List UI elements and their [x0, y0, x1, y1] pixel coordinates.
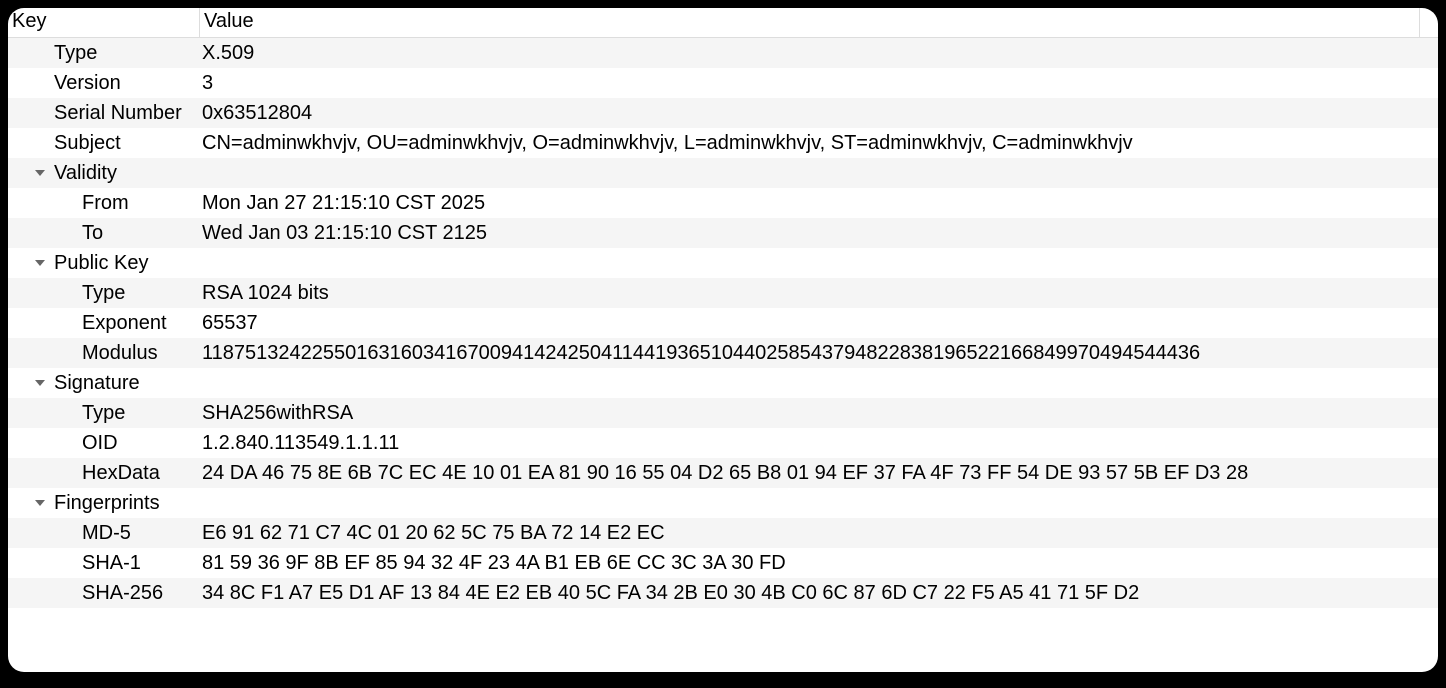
- key-label: Serial Number: [54, 102, 182, 125]
- key-label: Subject: [54, 132, 121, 155]
- table-row[interactable]: OID 1.2.840.113549.1.1.11: [8, 428, 1438, 458]
- table-header: Key Value: [8, 8, 1438, 38]
- value-cell: Mon Jan 27 21:15:10 CST 2025: [200, 192, 1438, 215]
- key-cell: Type: [8, 402, 200, 425]
- key-label: Version: [54, 72, 121, 95]
- key-label: Signature: [54, 372, 140, 395]
- key-label: Exponent: [82, 312, 167, 335]
- key-label: Type: [54, 42, 97, 65]
- key-label: Modulus: [82, 342, 158, 365]
- key-label: SHA-1: [82, 552, 141, 575]
- column-header-key[interactable]: Key: [8, 8, 200, 37]
- column-header-value[interactable]: Value: [200, 8, 1420, 37]
- value-cell: 65537: [200, 312, 1438, 335]
- key-label: Type: [82, 402, 125, 425]
- value-cell: E6 91 62 71 C7 4C 01 20 62 5C 75 BA 72 1…: [200, 522, 1438, 545]
- key-label: Validity: [54, 162, 117, 185]
- table-row[interactable]: Type RSA 1024 bits: [8, 278, 1438, 308]
- certificate-viewer-window: Key Value Type X.509 Version 3 Serial Number…: [8, 8, 1438, 672]
- chevron-down-icon[interactable]: [32, 375, 48, 391]
- chevron-down-icon[interactable]: [32, 495, 48, 511]
- key-cell: Fingerprints: [8, 492, 200, 515]
- table-row[interactable]: Modulus 118751324225501631603416700941424…: [8, 338, 1438, 368]
- table-row[interactable]: Validity: [8, 158, 1438, 188]
- key-cell: MD-5: [8, 522, 200, 545]
- chevron-down-icon[interactable]: [32, 165, 48, 181]
- table-row[interactable]: HexData 24 DA 46 75 8E 6B 7C EC 4E 10 01 …: [8, 458, 1438, 488]
- key-cell: Signature: [8, 372, 200, 395]
- key-cell: Type: [8, 42, 200, 65]
- value-cell: 0x63512804: [200, 102, 1438, 125]
- key-label: HexData: [82, 462, 160, 485]
- chevron-down-icon[interactable]: [32, 255, 48, 271]
- key-label: To: [82, 222, 103, 245]
- table-row[interactable]: [8, 608, 1438, 638]
- key-cell: Public Key: [8, 252, 200, 275]
- table-row[interactable]: Type X.509: [8, 38, 1438, 68]
- key-label: Fingerprints: [54, 492, 160, 515]
- key-label: OID: [82, 432, 118, 455]
- key-cell: Validity: [8, 162, 200, 185]
- table-row[interactable]: SHA-1 81 59 36 9F 8B EF 85 94 32 4F 23 4A…: [8, 548, 1438, 578]
- table-row[interactable]: Fingerprints: [8, 488, 1438, 518]
- key-label: SHA-256: [82, 582, 163, 605]
- table-body: Type X.509 Version 3 Serial Number 0x63512804…: [8, 38, 1438, 638]
- table-row[interactable]: To Wed Jan 03 21:15:10 CST 2125: [8, 218, 1438, 248]
- value-cell: Wed Jan 03 21:15:10 CST 2125: [200, 222, 1438, 245]
- value-cell: RSA 1024 bits: [200, 282, 1438, 305]
- key-cell: Serial Number: [8, 102, 200, 125]
- key-label: Public Key: [54, 252, 149, 275]
- table-row[interactable]: Version 3: [8, 68, 1438, 98]
- key-cell: Subject: [8, 132, 200, 155]
- key-cell: HexData: [8, 462, 200, 485]
- key-cell: Exponent: [8, 312, 200, 335]
- table-row[interactable]: Public Key: [8, 248, 1438, 278]
- value-cell: 3: [200, 72, 1438, 95]
- key-cell: Version: [8, 72, 200, 95]
- key-cell: SHA-256: [8, 582, 200, 605]
- key-cell: Type: [8, 282, 200, 305]
- table-row[interactable]: Serial Number 0x63512804: [8, 98, 1438, 128]
- key-cell: SHA-1: [8, 552, 200, 575]
- key-cell: To: [8, 222, 200, 245]
- value-cell: 1.2.840.113549.1.1.11: [200, 432, 1438, 455]
- key-cell: Modulus: [8, 342, 200, 365]
- table-row[interactable]: Exponent 65537: [8, 308, 1438, 338]
- value-cell: X.509: [200, 42, 1438, 65]
- key-label: Type: [82, 282, 125, 305]
- key-cell: From: [8, 192, 200, 215]
- value-cell: 24 DA 46 75 8E 6B 7C EC 4E 10 01 EA 81 9…: [200, 462, 1438, 485]
- key-cell: OID: [8, 432, 200, 455]
- value-cell: 1187513242255016316034167009414242504114…: [200, 342, 1438, 365]
- table-row[interactable]: From Mon Jan 27 21:15:10 CST 2025: [8, 188, 1438, 218]
- value-cell: 34 8C F1 A7 E5 D1 AF 13 84 4E E2 EB 40 5…: [200, 582, 1438, 605]
- key-label: MD-5: [82, 522, 131, 545]
- table-row[interactable]: Subject CN=adminwkhvjv, OU=adminwkhvjv, O…: [8, 128, 1438, 158]
- table-row[interactable]: Signature: [8, 368, 1438, 398]
- value-cell: 81 59 36 9F 8B EF 85 94 32 4F 23 4A B1 E…: [200, 552, 1438, 575]
- value-cell: SHA256withRSA: [200, 402, 1438, 425]
- table-row[interactable]: SHA-256 34 8C F1 A7 E5 D1 AF 13 84 4E E2 …: [8, 578, 1438, 608]
- key-label: From: [82, 192, 129, 215]
- table-row[interactable]: MD-5 E6 91 62 71 C7 4C 01 20 62 5C 75 BA …: [8, 518, 1438, 548]
- value-cell: CN=adminwkhvjv, OU=adminwkhvjv, O=adminw…: [200, 132, 1438, 155]
- table-row[interactable]: Type SHA256withRSA: [8, 398, 1438, 428]
